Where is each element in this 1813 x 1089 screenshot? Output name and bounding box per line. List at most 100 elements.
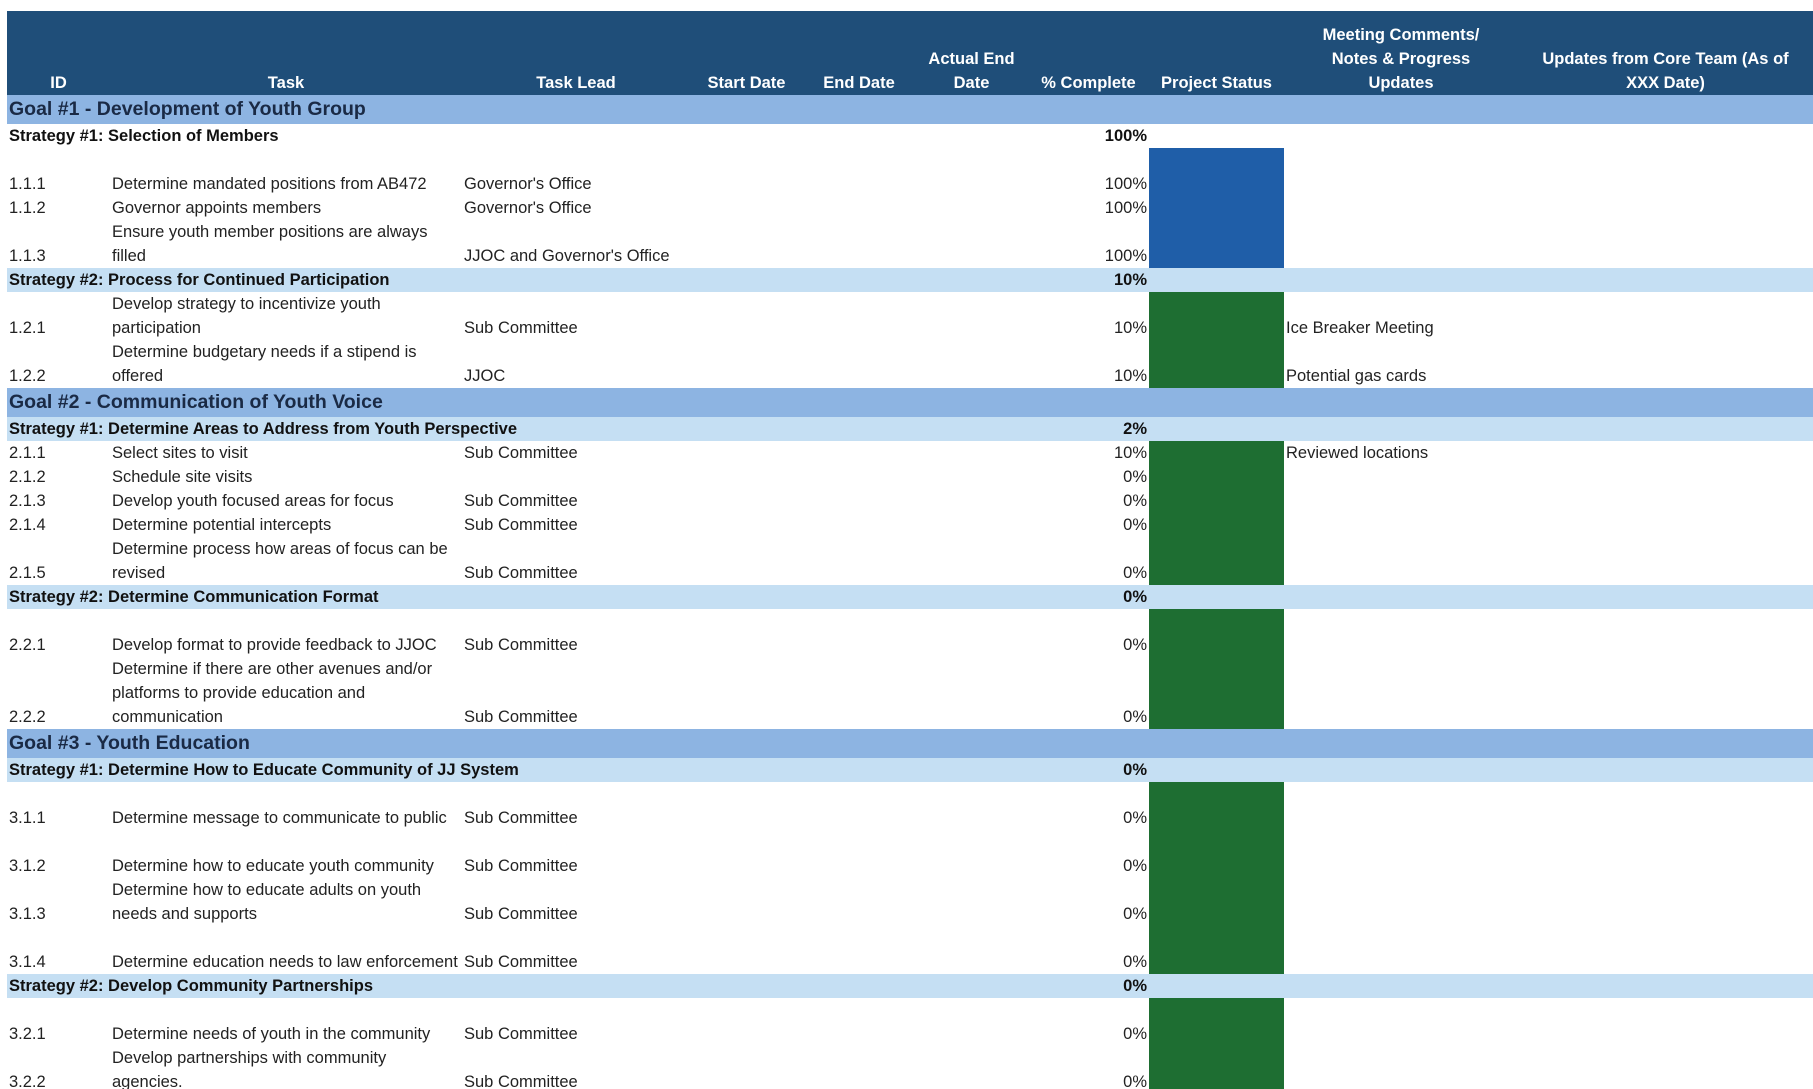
task-name[interactable]: Determine needs of youth in the communit… [110, 998, 462, 1046]
start-date-cell[interactable] [690, 148, 803, 196]
task-name[interactable]: Determine budgetary needs if a stipend i… [110, 340, 462, 388]
task-name[interactable]: Develop format to provide feedback to JJ… [110, 609, 462, 657]
task-notes[interactable] [1284, 782, 1518, 830]
status-swatch-on-track[interactable] [1149, 926, 1284, 974]
task-notes[interactable] [1284, 609, 1518, 657]
task-name[interactable]: Determine education needs to law enforce… [110, 926, 462, 974]
task-id[interactable]: 2.2.1 [7, 609, 110, 657]
task-pct[interactable]: 0% [1028, 1046, 1149, 1089]
start-date-cell[interactable] [690, 782, 803, 830]
task-lead[interactable]: Sub Committee [462, 1046, 690, 1089]
strategy-updates-cell[interactable] [1518, 417, 1813, 441]
start-date-cell[interactable] [690, 513, 803, 537]
strategy-status-cell[interactable] [1149, 585, 1284, 609]
strategy-title[interactable]: Strategy #2: Process for Continued Parti… [7, 268, 1028, 292]
status-swatch-on-track[interactable] [1149, 441, 1284, 465]
status-swatch-on-track[interactable] [1149, 340, 1284, 388]
task-id[interactable]: 3.2.2 [7, 1046, 110, 1089]
task-updates[interactable] [1518, 830, 1813, 878]
status-swatch-complete[interactable] [1149, 196, 1284, 220]
actual-end-cell[interactable] [915, 537, 1028, 585]
task-name[interactable]: Governor appoints members [110, 196, 462, 220]
strategy-notes-cell[interactable] [1284, 268, 1518, 292]
strategy-updates-cell[interactable] [1518, 758, 1813, 782]
task-updates[interactable] [1518, 998, 1813, 1046]
end-date-cell[interactable] [803, 340, 915, 388]
actual-end-cell[interactable] [915, 465, 1028, 489]
task-pct[interactable]: 10% [1028, 441, 1149, 465]
task-lead[interactable]: Sub Committee [462, 489, 690, 513]
task-notes[interactable]: Ice Breaker Meeting [1284, 292, 1518, 340]
task-name[interactable]: Determine if there are other avenues and… [110, 657, 462, 729]
task-name[interactable]: Determine process how areas of focus can… [110, 537, 462, 585]
task-pct[interactable]: 100% [1028, 220, 1149, 268]
actual-end-cell[interactable] [915, 1046, 1028, 1089]
strategy-status-cell[interactable] [1149, 124, 1284, 148]
task-notes[interactable] [1284, 926, 1518, 974]
end-date-cell[interactable] [803, 537, 915, 585]
goal-title[interactable]: Goal #3 - Youth Education [7, 729, 1813, 758]
strategy-updates-cell[interactable] [1518, 585, 1813, 609]
strategy-notes-cell[interactable] [1284, 124, 1518, 148]
strategy-pct[interactable]: 100% [1028, 124, 1149, 148]
task-id[interactable]: 2.1.1 [7, 441, 110, 465]
task-notes[interactable]: Reviewed locations [1284, 441, 1518, 465]
actual-end-cell[interactable] [915, 489, 1028, 513]
task-updates[interactable] [1518, 878, 1813, 926]
goal-title[interactable]: Goal #2 - Communication of Youth Voice [7, 388, 1813, 417]
task-name[interactable]: Determine message to communicate to publ… [110, 782, 462, 830]
task-lead[interactable]: Sub Committee [462, 926, 690, 974]
actual-end-cell[interactable] [915, 926, 1028, 974]
end-date-cell[interactable] [803, 465, 915, 489]
task-pct[interactable]: 0% [1028, 489, 1149, 513]
actual-end-cell[interactable] [915, 609, 1028, 657]
task-id[interactable]: 1.2.2 [7, 340, 110, 388]
start-date-cell[interactable] [690, 196, 803, 220]
status-swatch-on-track[interactable] [1149, 465, 1284, 489]
end-date-cell[interactable] [803, 148, 915, 196]
task-pct[interactable]: 10% [1028, 340, 1149, 388]
task-notes[interactable] [1284, 537, 1518, 585]
task-name[interactable]: Ensure youth member positions are always… [110, 220, 462, 268]
actual-end-cell[interactable] [915, 998, 1028, 1046]
start-date-cell[interactable] [690, 830, 803, 878]
task-id[interactable]: 3.1.3 [7, 878, 110, 926]
task-notes[interactable] [1284, 148, 1518, 196]
task-id[interactable]: 2.1.5 [7, 537, 110, 585]
strategy-title[interactable]: Strategy #1: Selection of Members [7, 124, 1028, 148]
task-id[interactable]: 3.1.4 [7, 926, 110, 974]
col-header-id[interactable]: ID [7, 11, 110, 95]
actual-end-cell[interactable] [915, 657, 1028, 729]
status-swatch-on-track[interactable] [1149, 782, 1284, 830]
end-date-cell[interactable] [803, 1046, 915, 1089]
task-lead[interactable]: Sub Committee [462, 537, 690, 585]
task-lead[interactable]: Sub Committee [462, 609, 690, 657]
task-pct[interactable]: 10% [1028, 292, 1149, 340]
strategy-notes-cell[interactable] [1284, 758, 1518, 782]
task-lead[interactable]: Sub Committee [462, 657, 690, 729]
start-date-cell[interactable] [690, 537, 803, 585]
status-swatch-on-track[interactable] [1149, 998, 1284, 1046]
task-name[interactable]: Develop youth focused areas for focus [110, 489, 462, 513]
actual-end-cell[interactable] [915, 196, 1028, 220]
start-date-cell[interactable] [690, 998, 803, 1046]
task-pct[interactable]: 0% [1028, 609, 1149, 657]
end-date-cell[interactable] [803, 878, 915, 926]
task-pct[interactable]: 0% [1028, 465, 1149, 489]
task-notes[interactable]: Potential gas cards [1284, 340, 1518, 388]
task-id[interactable]: 1.1.3 [7, 220, 110, 268]
status-swatch-on-track[interactable] [1149, 537, 1284, 585]
task-id[interactable]: 2.1.3 [7, 489, 110, 513]
strategy-notes-cell[interactable] [1284, 417, 1518, 441]
task-lead[interactable]: JJOC [462, 340, 690, 388]
task-pct[interactable]: 0% [1028, 998, 1149, 1046]
task-lead[interactable]: Sub Committee [462, 513, 690, 537]
col-header-task[interactable]: Task [110, 11, 462, 95]
strategy-status-cell[interactable] [1149, 268, 1284, 292]
end-date-cell[interactable] [803, 489, 915, 513]
task-updates[interactable] [1518, 537, 1813, 585]
task-pct[interactable]: 0% [1028, 830, 1149, 878]
task-lead[interactable] [462, 465, 690, 489]
start-date-cell[interactable] [690, 340, 803, 388]
strategy-status-cell[interactable] [1149, 417, 1284, 441]
